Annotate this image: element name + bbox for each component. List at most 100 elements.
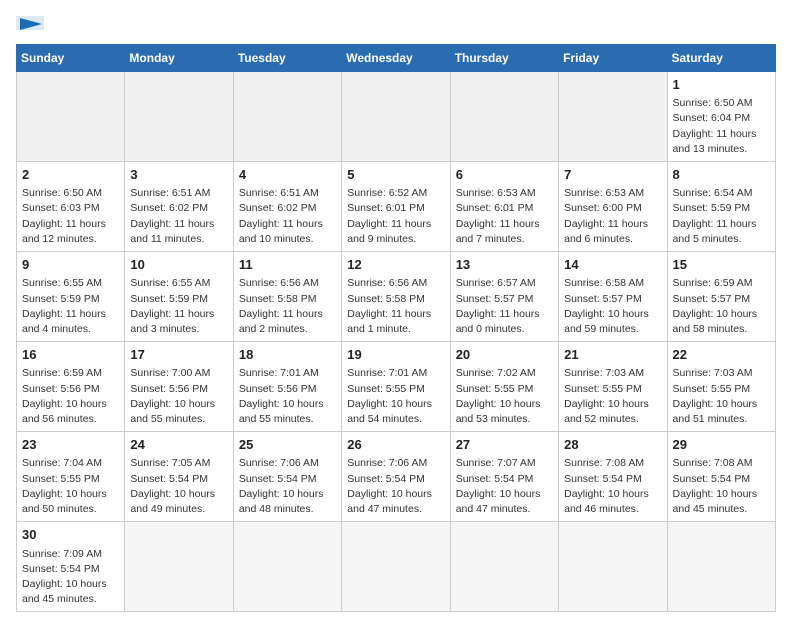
day-number: 10	[130, 256, 227, 274]
calendar-cell: 30Sunrise: 7:09 AM Sunset: 5:54 PM Dayli…	[17, 522, 125, 612]
day-header-thursday: Thursday	[450, 45, 558, 72]
day-number: 1	[673, 76, 770, 94]
day-info: Sunrise: 6:51 AM Sunset: 6:02 PM Dayligh…	[239, 186, 336, 247]
calendar-cell: 26 Sunrise: 7:06 AM Sunset: 5:54 PM Dayli…	[342, 432, 450, 522]
calendar-cell: 22 Sunrise: 7:03 AM Sunset: 5:55 PM Dayli…	[667, 342, 775, 432]
day-number: 12	[347, 256, 444, 274]
calendar-week-6: 30Sunrise: 7:09 AM Sunset: 5:54 PM Dayli…	[17, 522, 776, 612]
calendar-cell: 13 Sunrise: 6:57 AM Sunset: 5:57 PM Dayli…	[450, 252, 558, 342]
calendar-cell: 21 Sunrise: 7:03 AM Sunset: 5:55 PM Dayli…	[559, 342, 667, 432]
day-header-wednesday: Wednesday	[342, 45, 450, 72]
day-number: 16	[22, 346, 119, 364]
calendar-week-2: 2 Sunrise: 6:50 AM Sunset: 6:03 PM Daylig…	[17, 162, 776, 252]
calendar-cell: 18Sunrise: 7:01 AM Sunset: 5:56 PM Dayli…	[233, 342, 341, 432]
calendar-cell	[342, 522, 450, 612]
calendar-cell: 27Sunrise: 7:07 AM Sunset: 5:54 PM Dayli…	[450, 432, 558, 522]
day-number: 24	[130, 436, 227, 454]
calendar-cell: 20 Sunrise: 7:02 AM Sunset: 5:55 PM Dayli…	[450, 342, 558, 432]
day-info: Sunrise: 7:08 AM Sunset: 5:54 PM Dayligh…	[564, 456, 661, 517]
day-number: 20	[456, 346, 553, 364]
calendar-week-3: 9 Sunrise: 6:55 AM Sunset: 5:59 PM Daylig…	[17, 252, 776, 342]
day-number: 30	[22, 526, 119, 544]
day-info: Sunrise: 6:51 AM Sunset: 6:02 PM Dayligh…	[130, 186, 227, 247]
day-info: Sunrise: 6:55 AM Sunset: 5:59 PM Dayligh…	[130, 276, 227, 337]
calendar-cell	[450, 522, 558, 612]
day-number: 7	[564, 166, 661, 184]
day-info: Sunrise: 6:58 AM Sunset: 5:57 PM Dayligh…	[564, 276, 661, 337]
calendar-cell: 3Sunrise: 6:51 AM Sunset: 6:02 PM Daylig…	[125, 162, 233, 252]
day-info: Sunrise: 7:06 AM Sunset: 5:54 PM Dayligh…	[347, 456, 444, 517]
calendar-cell: 14Sunrise: 6:58 AM Sunset: 5:57 PM Dayli…	[559, 252, 667, 342]
day-info: Sunrise: 6:57 AM Sunset: 5:57 PM Dayligh…	[456, 276, 553, 337]
calendar-cell: 12 Sunrise: 6:56 AM Sunset: 5:58 PM Dayli…	[342, 252, 450, 342]
day-header-sunday: Sunday	[17, 45, 125, 72]
calendar-cell	[17, 72, 125, 162]
day-info: Sunrise: 6:53 AM Sunset: 6:00 PM Dayligh…	[564, 186, 661, 247]
day-number: 28	[564, 436, 661, 454]
day-info: Sunrise: 6:59 AM Sunset: 5:56 PM Dayligh…	[22, 366, 119, 427]
calendar-cell: 1 Sunrise: 6:50 AM Sunset: 6:04 PM Daylig…	[667, 72, 775, 162]
day-info: Sunrise: 7:06 AM Sunset: 5:54 PM Dayligh…	[239, 456, 336, 517]
day-info: Sunrise: 7:00 AM Sunset: 5:56 PM Dayligh…	[130, 366, 227, 427]
calendar-week-5: 23 Sunrise: 7:04 AM Sunset: 5:55 PM Dayli…	[17, 432, 776, 522]
day-number: 22	[673, 346, 770, 364]
calendar-cell: 7 Sunrise: 6:53 AM Sunset: 6:00 PM Daylig…	[559, 162, 667, 252]
day-number: 8	[673, 166, 770, 184]
day-info: Sunrise: 6:50 AM Sunset: 6:03 PM Dayligh…	[22, 186, 119, 247]
day-number: 13	[456, 256, 553, 274]
calendar-week-1: 1 Sunrise: 6:50 AM Sunset: 6:04 PM Daylig…	[17, 72, 776, 162]
calendar-cell: 2 Sunrise: 6:50 AM Sunset: 6:03 PM Daylig…	[17, 162, 125, 252]
calendar-cell	[559, 522, 667, 612]
day-header-saturday: Saturday	[667, 45, 775, 72]
day-info: Sunrise: 6:56 AM Sunset: 5:58 PM Dayligh…	[347, 276, 444, 337]
calendar-cell	[450, 72, 558, 162]
calendar-cell: 5 Sunrise: 6:52 AM Sunset: 6:01 PM Daylig…	[342, 162, 450, 252]
calendar-cell	[125, 522, 233, 612]
day-number: 5	[347, 166, 444, 184]
calendar-cell: 28 Sunrise: 7:08 AM Sunset: 5:54 PM Dayli…	[559, 432, 667, 522]
day-number: 4	[239, 166, 336, 184]
calendar-cell	[342, 72, 450, 162]
calendar-cell: 25Sunrise: 7:06 AM Sunset: 5:54 PM Dayli…	[233, 432, 341, 522]
calendar-cell: 16 Sunrise: 6:59 AM Sunset: 5:56 PM Dayli…	[17, 342, 125, 432]
calendar-cell: 8Sunrise: 6:54 AM Sunset: 5:59 PM Daylig…	[667, 162, 775, 252]
day-info: Sunrise: 6:50 AM Sunset: 6:04 PM Dayligh…	[673, 96, 770, 157]
day-number: 21	[564, 346, 661, 364]
day-info: Sunrise: 7:05 AM Sunset: 5:54 PM Dayligh…	[130, 456, 227, 517]
logo-icon	[16, 16, 66, 32]
day-info: Sunrise: 7:03 AM Sunset: 5:55 PM Dayligh…	[564, 366, 661, 427]
day-number: 2	[22, 166, 119, 184]
day-info: Sunrise: 6:56 AM Sunset: 5:58 PM Dayligh…	[239, 276, 336, 337]
calendar-cell	[125, 72, 233, 162]
day-number: 11	[239, 256, 336, 274]
calendar-cell: 19 Sunrise: 7:01 AM Sunset: 5:55 PM Dayli…	[342, 342, 450, 432]
day-number: 26	[347, 436, 444, 454]
day-info: Sunrise: 7:01 AM Sunset: 5:55 PM Dayligh…	[347, 366, 444, 427]
calendar-cell	[559, 72, 667, 162]
day-number: 9	[22, 256, 119, 274]
day-info: Sunrise: 6:52 AM Sunset: 6:01 PM Dayligh…	[347, 186, 444, 247]
calendar-cell: 23 Sunrise: 7:04 AM Sunset: 5:55 PM Dayli…	[17, 432, 125, 522]
calendar-cell: 24 Sunrise: 7:05 AM Sunset: 5:54 PM Dayli…	[125, 432, 233, 522]
day-number: 19	[347, 346, 444, 364]
day-info: Sunrise: 6:59 AM Sunset: 5:57 PM Dayligh…	[673, 276, 770, 337]
day-number: 23	[22, 436, 119, 454]
day-info: Sunrise: 7:02 AM Sunset: 5:55 PM Dayligh…	[456, 366, 553, 427]
calendar-cell: 15 Sunrise: 6:59 AM Sunset: 5:57 PM Dayli…	[667, 252, 775, 342]
calendar-cell	[233, 522, 341, 612]
day-info: Sunrise: 7:04 AM Sunset: 5:55 PM Dayligh…	[22, 456, 119, 517]
day-number: 6	[456, 166, 553, 184]
day-info: Sunrise: 6:55 AM Sunset: 5:59 PM Dayligh…	[22, 276, 119, 337]
calendar-cell	[667, 522, 775, 612]
calendar-cell: 6Sunrise: 6:53 AM Sunset: 6:01 PM Daylig…	[450, 162, 558, 252]
day-number: 29	[673, 436, 770, 454]
calendar-cell	[233, 72, 341, 162]
calendar-week-4: 16 Sunrise: 6:59 AM Sunset: 5:56 PM Dayli…	[17, 342, 776, 432]
day-info: Sunrise: 7:03 AM Sunset: 5:55 PM Dayligh…	[673, 366, 770, 427]
day-number: 17	[130, 346, 227, 364]
calendar-header-row: SundayMondayTuesdayWednesdayThursdayFrid…	[17, 45, 776, 72]
day-number: 15	[673, 256, 770, 274]
day-header-tuesday: Tuesday	[233, 45, 341, 72]
calendar-table: SundayMondayTuesdayWednesdayThursdayFrid…	[16, 44, 776, 612]
calendar-cell: 11 Sunrise: 6:56 AM Sunset: 5:58 PM Dayli…	[233, 252, 341, 342]
